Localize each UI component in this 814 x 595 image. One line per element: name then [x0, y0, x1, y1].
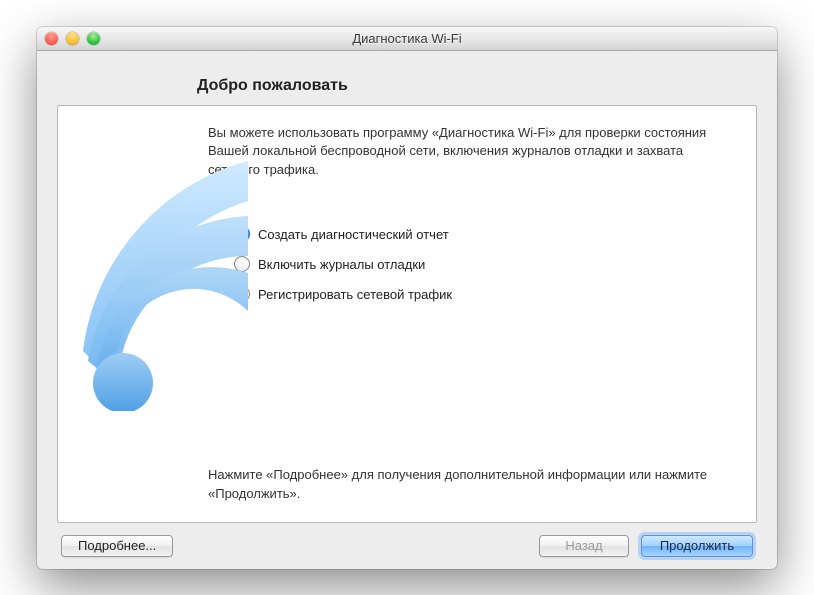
radio-icon — [234, 286, 250, 302]
hint-text: Нажмите «Подробнее» для получения дополн… — [208, 466, 726, 504]
button-bar: Подробнее... Назад Продолжить — [57, 523, 757, 557]
page-heading: Добро пожаловать — [197, 77, 757, 95]
back-button: Назад — [539, 535, 629, 557]
window-title: Диагностика Wi-Fi — [37, 31, 777, 46]
more-button[interactable]: Подробнее... — [61, 535, 173, 557]
option-label: Создать диагностический отчет — [258, 227, 449, 242]
option-label: Регистрировать сетевой трафик — [258, 287, 452, 302]
main-panel: Вы можете использовать программу «Диагно… — [57, 105, 757, 523]
wifi-icon — [57, 151, 248, 411]
radio-icon — [234, 226, 250, 242]
option-diagnostic-report[interactable]: Создать диагностический отчет — [234, 226, 726, 242]
radio-icon — [234, 256, 250, 272]
option-capture-traffic[interactable]: Регистрировать сетевой трафик — [234, 286, 726, 302]
option-debug-logs[interactable]: Включить журналы отладки — [234, 256, 726, 272]
minimize-icon[interactable] — [66, 32, 79, 45]
option-label: Включить журналы отладки — [258, 257, 425, 272]
traffic-lights — [45, 32, 100, 45]
close-icon[interactable] — [45, 32, 58, 45]
content-area: Добро пожаловать — [37, 51, 777, 569]
dialog-window: Диагностика Wi-Fi Добро пожаловать — [37, 27, 777, 569]
intro-text: Вы можете использовать программу «Диагно… — [208, 124, 726, 181]
continue-button[interactable]: Продолжить — [641, 535, 753, 557]
options-group: Создать диагностический отчет Включить ж… — [234, 226, 726, 302]
titlebar: Диагностика Wi-Fi — [37, 27, 777, 51]
zoom-icon[interactable] — [87, 32, 100, 45]
